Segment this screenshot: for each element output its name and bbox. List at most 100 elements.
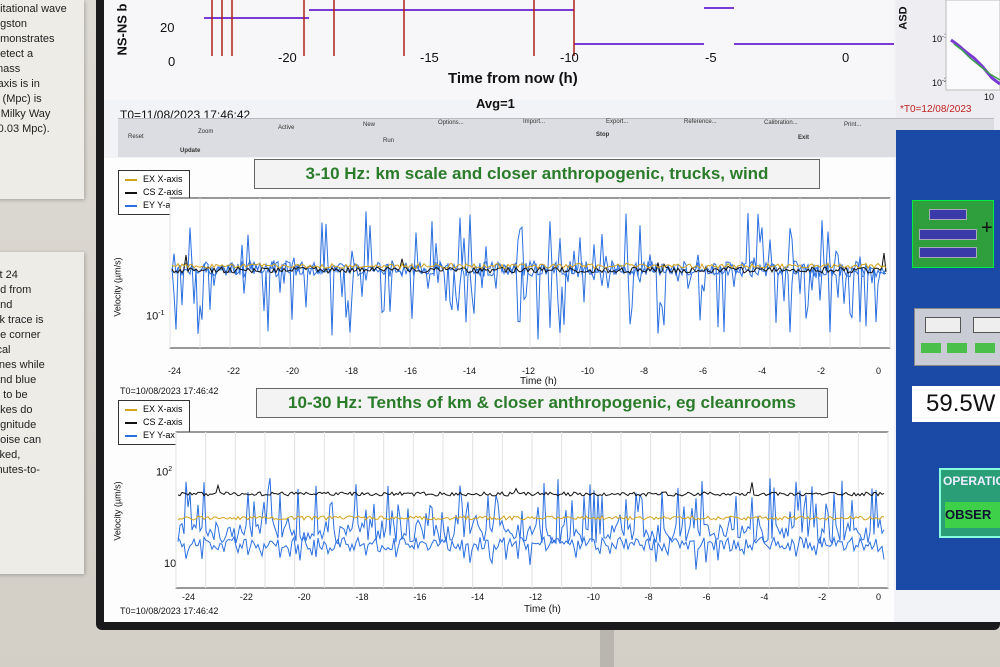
status-box-green: + [912,200,994,268]
x-tick-label: -16 [404,366,418,376]
poster-line: (0.03 Mpc). [0,123,50,135]
poster-line: and [0,299,13,311]
panel2-plot-area [175,431,889,589]
options-menu[interactable]: Options... [438,120,464,126]
top-plot-xtick: -20 [278,50,297,65]
export-menu[interactable]: Export... [606,119,628,125]
status-button[interactable] [919,229,977,240]
toolbar: Reset Zoom Active New Options... Import.… [118,118,994,157]
x-tick-label: -22 [227,366,241,376]
zoom-button[interactable]: Zoom [198,129,213,135]
poster-line: c (Mpc) is [0,93,42,105]
import-menu[interactable]: Import... [523,119,545,125]
panel2-xlabel: Time (h) [524,604,561,615]
power-readout: 59.5W [912,386,1000,422]
plus-icon: + [981,217,993,239]
poster-line: ed from [0,284,32,296]
status-button[interactable] [929,209,967,220]
poster-line: lines while [0,359,45,371]
avg-label: Avg=1 [476,96,515,111]
status-button[interactable] [919,247,977,258]
top-plot-xtick: 0 [842,50,850,65]
poster-line: inutes-to- [0,464,40,476]
x-tick-label: -2 [817,366,826,376]
x-tick-label: -12 [522,366,536,376]
indicator-light [975,343,995,353]
poster-line: ngston [0,18,28,30]
poster-line: mass [0,63,21,75]
poster-line: cked, [0,449,21,461]
x-tick-label: -14 [471,592,485,602]
x-tick-label: 0 [876,366,882,376]
panel1-xlabel: Time (h) [520,376,557,387]
x-tick-label: -12 [529,592,543,602]
seismic-panel-10-30hz: EX X-axis CS Z-axis EY Y-axis 10-30 Hz: … [104,388,894,622]
print-menu[interactable]: Print... [844,122,861,128]
stop-button[interactable]: Stop [596,132,609,138]
new-button[interactable]: New [363,122,375,128]
calibration-menu[interactable]: Calibration... [764,120,798,126]
reset-button[interactable]: Reset [128,134,144,140]
x-tick-label: -18 [345,366,359,376]
poster-line: gitational wave [0,3,67,15]
control-button[interactable] [925,317,961,333]
asd-xtick: 10 [984,92,995,102]
poster-line: st 24 [0,269,18,281]
poster-line: detect a [0,48,34,60]
top-plot-xtick: -5 [705,50,717,65]
poster-line: akes do [0,404,33,416]
indicator-light [947,343,967,353]
control-button[interactable] [973,317,1000,333]
x-tick-label: -8 [644,592,653,602]
monitor-screen: NS-NS b 20 0 -20 -15 -10 -5 0 Time from … [104,0,1000,622]
x-tick-label: -6 [699,366,708,376]
poster-line: ical [0,344,11,356]
ns-ns-range-plot: NS-NS b 20 0 -20 -15 -10 -5 0 Time from … [104,0,894,111]
x-tick-label: -14 [463,366,477,376]
poster-line: r Milky Way [0,108,51,120]
run-button[interactable]: Run [383,138,394,144]
x-tick-label: -10 [581,366,595,376]
poster-line: agnitude [0,419,37,431]
operation-label: OPERATION [943,474,1000,488]
x-tick-label: -24 [168,366,182,376]
panel2-t0: T0=10/08/2023 17:46:42 [120,606,219,616]
operation-status-box: OPERATION OBSER [939,468,1000,538]
monitor-stand [600,630,614,667]
poster-line: ck trace is [0,314,44,326]
poster-line: d to be [0,389,28,401]
x-tick-label: -2 [818,592,827,602]
control-box-grey [914,308,1000,366]
top-plot-xlabel: Time from now (h) [448,70,578,87]
active-button[interactable]: Active [278,125,294,131]
poster-line: -axis is in [0,78,40,90]
x-tick-label: -24 [182,592,196,602]
poster-line: noise can [0,434,42,446]
seismic-panel-3-10hz: EX X-axis CS Z-axis EY Y-axis 3-10 Hz: k… [104,158,894,396]
x-tick-label: -8 [640,366,649,376]
top-plot-xtick: -15 [420,50,439,65]
x-tick-label: -18 [355,592,369,602]
x-tick-label: -22 [239,592,253,602]
x-tick-label: -20 [286,366,300,376]
exit-button[interactable]: Exit [798,135,809,141]
panel1-plot-area [169,197,891,349]
indicator-light [921,343,941,353]
top-plot-xtick: -10 [560,50,579,65]
poster-line: he corner [0,329,41,341]
x-tick-label: -4 [760,592,769,602]
asd-t0: *T0=12/08/2023 [900,104,972,115]
info-poster-bottom: st 24 ed from and ck trace is he corner … [0,252,84,574]
reference-menu[interactable]: Reference... [684,119,717,125]
update-button[interactable]: Update [180,148,200,154]
x-tick-label: 0 [876,592,882,602]
x-tick-label: -6 [702,592,711,602]
x-tick-label: -20 [297,592,311,602]
x-tick-label: -16 [413,592,427,602]
info-poster-top: gitational wave ngston emonstrates detec… [0,0,84,199]
poster-line: and blue [0,374,37,386]
x-tick-label: -4 [758,366,767,376]
observing-label: OBSER [945,502,1000,528]
poster-line: emonstrates [0,33,55,45]
asd-plot: ASD 10-19 10-20 10 *T0=12/08/2023 [896,0,1000,130]
